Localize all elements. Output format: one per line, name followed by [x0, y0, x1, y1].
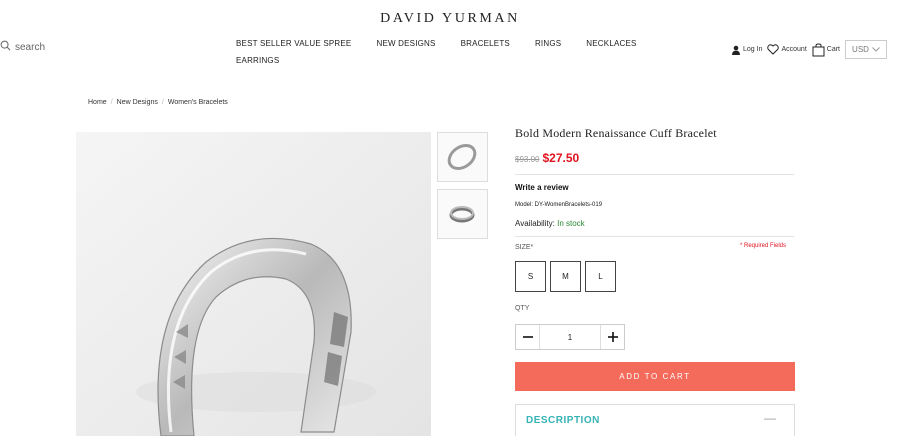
nav-item-necklaces[interactable]: NECKLACES: [586, 40, 636, 48]
main-nav: BEST SELLER VALUE SPREE NEW DESIGNS BRAC…: [236, 40, 666, 65]
size-option-m[interactable]: M: [550, 261, 581, 292]
divider: [515, 236, 794, 237]
breadcrumb-separator: /: [110, 99, 113, 106]
currency-value: USD: [852, 45, 869, 54]
description-label: DESCRIPTION: [526, 415, 600, 426]
model-number: Model: DY-WomenBracelets-019: [515, 202, 603, 208]
collapse-icon[interactable]: —: [764, 411, 776, 425]
quantity-label: QTY: [515, 305, 530, 312]
account-label: Account: [781, 46, 807, 53]
nav-item-earrings[interactable]: EARRINGS: [236, 57, 279, 65]
nav-item-bracelets[interactable]: BRACELETS: [461, 40, 510, 48]
decrease-quantity-button[interactable]: [516, 325, 540, 349]
sale-price: $27.50: [542, 151, 580, 165]
search-icon: [0, 40, 11, 54]
plus-icon: [607, 332, 618, 342]
product-title: Bold Modern Renaissance Cuff Bracelet: [515, 126, 717, 140]
breadcrumb-new-designs[interactable]: New Designs: [117, 99, 158, 106]
login-link[interactable]: Log In: [731, 45, 762, 55]
quantity-stepper: 1: [515, 324, 625, 350]
bag-icon: [812, 42, 825, 57]
product-thumbnail[interactable]: [437, 132, 488, 182]
breadcrumb-womens-bracelets[interactable]: Women's Bracelets: [168, 99, 228, 106]
description-accordion[interactable]: DESCRIPTION —: [515, 404, 795, 436]
user-icon: [731, 45, 741, 55]
nav-item-new-designs[interactable]: NEW DESIGNS: [376, 40, 435, 48]
heart-icon: [767, 44, 780, 55]
account-link[interactable]: Account: [767, 44, 807, 55]
availability-value: In stock: [557, 219, 585, 228]
product-main-image[interactable]: [76, 132, 431, 436]
size-option-s[interactable]: S: [515, 261, 546, 292]
chevron-down-icon: [872, 47, 880, 52]
search-label: search: [15, 41, 46, 53]
price-block: $93.00 $27.50: [515, 151, 579, 165]
breadcrumb-home[interactable]: Home: [88, 99, 107, 106]
add-to-cart-button[interactable]: ADD TO CART: [515, 362, 795, 391]
size-option-l[interactable]: L: [585, 261, 616, 292]
brand-logo[interactable]: DAVID YURMAN: [0, 11, 900, 27]
availability-label: Availability:: [515, 219, 555, 228]
size-label: SIZE*: [515, 244, 534, 251]
quantity-input[interactable]: 1: [540, 333, 600, 342]
breadcrumb: Home / New Designs / Women's Bracelets: [88, 99, 228, 106]
minus-icon: [522, 336, 533, 338]
nav-item-rings[interactable]: RINGS: [535, 40, 561, 48]
cart-label: Cart: [826, 46, 840, 53]
availability: Availability: In stock: [515, 219, 585, 228]
currency-select[interactable]: USD: [845, 40, 887, 59]
login-label: Log In: [743, 46, 763, 53]
increase-quantity-button[interactable]: [600, 325, 624, 349]
product-thumbnail[interactable]: [437, 189, 488, 239]
divider: [515, 174, 794, 175]
cart-link[interactable]: Cart: [812, 42, 840, 57]
nav-item-best-seller[interactable]: BEST SELLER VALUE SPREE: [236, 40, 351, 48]
size-options: S M L: [515, 261, 616, 292]
search-box[interactable]: search: [0, 40, 45, 54]
required-fields-note: * Required Fields: [740, 243, 787, 249]
old-price: $93.00: [515, 155, 540, 164]
breadcrumb-separator: /: [161, 99, 164, 106]
write-review-link[interactable]: Write a review: [515, 183, 569, 192]
account-bar: Log In Account Cart USD: [731, 40, 887, 59]
